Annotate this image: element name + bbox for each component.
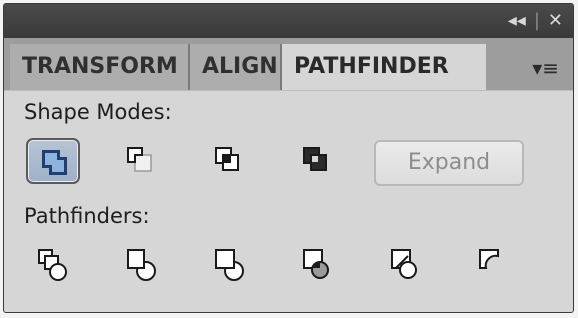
crop-button[interactable] xyxy=(290,242,344,288)
minus-back-icon xyxy=(479,249,499,269)
panel-menu-icon[interactable]: ▾≡ xyxy=(532,56,559,80)
tab-row: TRANSFORM ALIGN PATHFINDER ▾≡ xyxy=(4,38,573,91)
intersect-icon xyxy=(215,147,239,171)
shape-modes-label: Shape Modes: xyxy=(24,100,172,124)
divide-icon xyxy=(38,249,67,281)
unite-button[interactable] xyxy=(26,138,80,184)
pathfinder-panel: ◂◂ | ✕ TRANSFORM ALIGN PATHFINDER ▾≡ Sha… xyxy=(3,3,574,313)
tab-align-label: ALIGN xyxy=(202,54,278,79)
tab-pathfinder-label: PATHFINDER xyxy=(294,54,449,79)
exclude-button[interactable] xyxy=(290,138,344,184)
outline-icon xyxy=(391,249,417,279)
tab-transform[interactable]: TRANSFORM xyxy=(10,44,190,90)
panel-titlebar: ◂◂ | ✕ xyxy=(4,4,573,38)
close-icon[interactable]: ✕ xyxy=(548,10,563,31)
merge-button[interactable] xyxy=(202,242,256,288)
unite-icon xyxy=(42,150,67,175)
minus-front-button[interactable] xyxy=(114,138,168,184)
minus-back-button[interactable] xyxy=(466,242,520,288)
divide-button[interactable] xyxy=(26,242,80,288)
minus-front-icon xyxy=(127,147,152,172)
intersect-button[interactable] xyxy=(202,138,256,184)
tab-transform-label: TRANSFORM xyxy=(22,54,178,79)
trim-icon xyxy=(127,249,156,281)
pathfinders-label: Pathfinders: xyxy=(24,204,150,228)
tab-align[interactable]: ALIGN xyxy=(190,44,282,90)
crop-icon xyxy=(303,249,329,279)
collapse-arrows-icon[interactable]: ◂◂ xyxy=(508,10,526,31)
titlebar-separator: | xyxy=(533,10,540,31)
merge-icon xyxy=(215,249,244,281)
trim-button[interactable] xyxy=(114,242,168,288)
expand-button[interactable]: Expand xyxy=(374,140,524,186)
exclude-icon xyxy=(303,147,327,171)
tab-pathfinder[interactable]: PATHFINDER xyxy=(282,44,486,90)
outline-button[interactable] xyxy=(378,242,432,288)
